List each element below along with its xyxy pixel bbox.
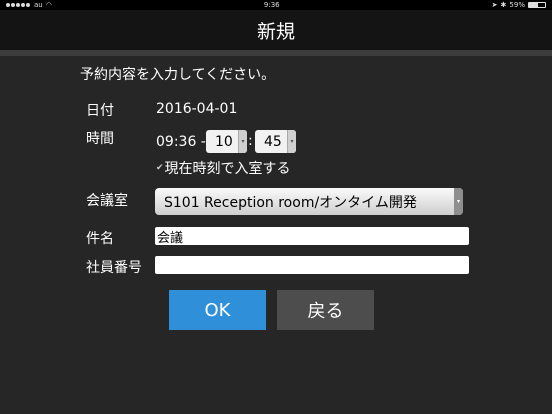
bluetooth-icon: ✱: [500, 1, 507, 9]
wifi-icon: ◠: [45, 1, 52, 9]
time-label: 時間: [86, 131, 114, 147]
status-bar: au ◠ 9:36 ➤ ✱ 59%: [0, 0, 552, 10]
room-dropdown-arrow-icon: ▾: [454, 188, 463, 215]
minute-dropdown-arrow-icon: ▾: [287, 130, 296, 153]
room-label: 会議室: [86, 193, 128, 209]
back-button[interactable]: 戻る: [277, 290, 374, 330]
checkmark-icon: ✔: [156, 163, 164, 173]
minute-select[interactable]: 45 ▾: [255, 130, 296, 153]
signal-icon: [6, 1, 31, 9]
subject-input[interactable]: [155, 227, 469, 245]
date-label: 日付: [86, 103, 114, 119]
ok-button-label: OK: [204, 299, 231, 321]
hour-value: 10: [215, 133, 233, 150]
location-icon: ➤: [491, 1, 498, 9]
room-select[interactable]: S101 Reception room/オンタイム開発 ▾: [155, 188, 463, 215]
clock: 9:36: [263, 1, 280, 9]
subject-label: 件名: [86, 231, 114, 247]
battery-percent: 59%: [509, 1, 525, 9]
enter-now-label: 現在時刻で入室する: [164, 161, 291, 177]
back-button-label: 戻る: [307, 301, 344, 322]
carrier-label: au: [34, 1, 43, 9]
room-value: S101 Reception room/オンタイム開発: [164, 194, 417, 211]
hour-select[interactable]: 10 ▾: [206, 130, 247, 153]
date-value: 2016-04-01: [156, 101, 238, 117]
ok-button[interactable]: OK: [169, 290, 266, 330]
time-colon: :: [248, 133, 253, 149]
minute-value: 45: [264, 133, 282, 150]
enter-now-checkbox[interactable]: ✔ 現在時刻で入室する: [156, 158, 291, 178]
page-title: 新規: [256, 20, 295, 43]
nav-bar: 新規: [0, 10, 552, 50]
instruction-text: 予約内容を入力してください。: [80, 67, 276, 83]
employee-number-label: 社員番号: [86, 260, 142, 276]
battery-icon: [527, 2, 546, 8]
hour-dropdown-arrow-icon: ▾: [238, 130, 247, 153]
employee-number-input[interactable]: [155, 256, 469, 274]
time-start: 09:36 -: [156, 134, 206, 150]
nav-divider: [0, 50, 552, 56]
